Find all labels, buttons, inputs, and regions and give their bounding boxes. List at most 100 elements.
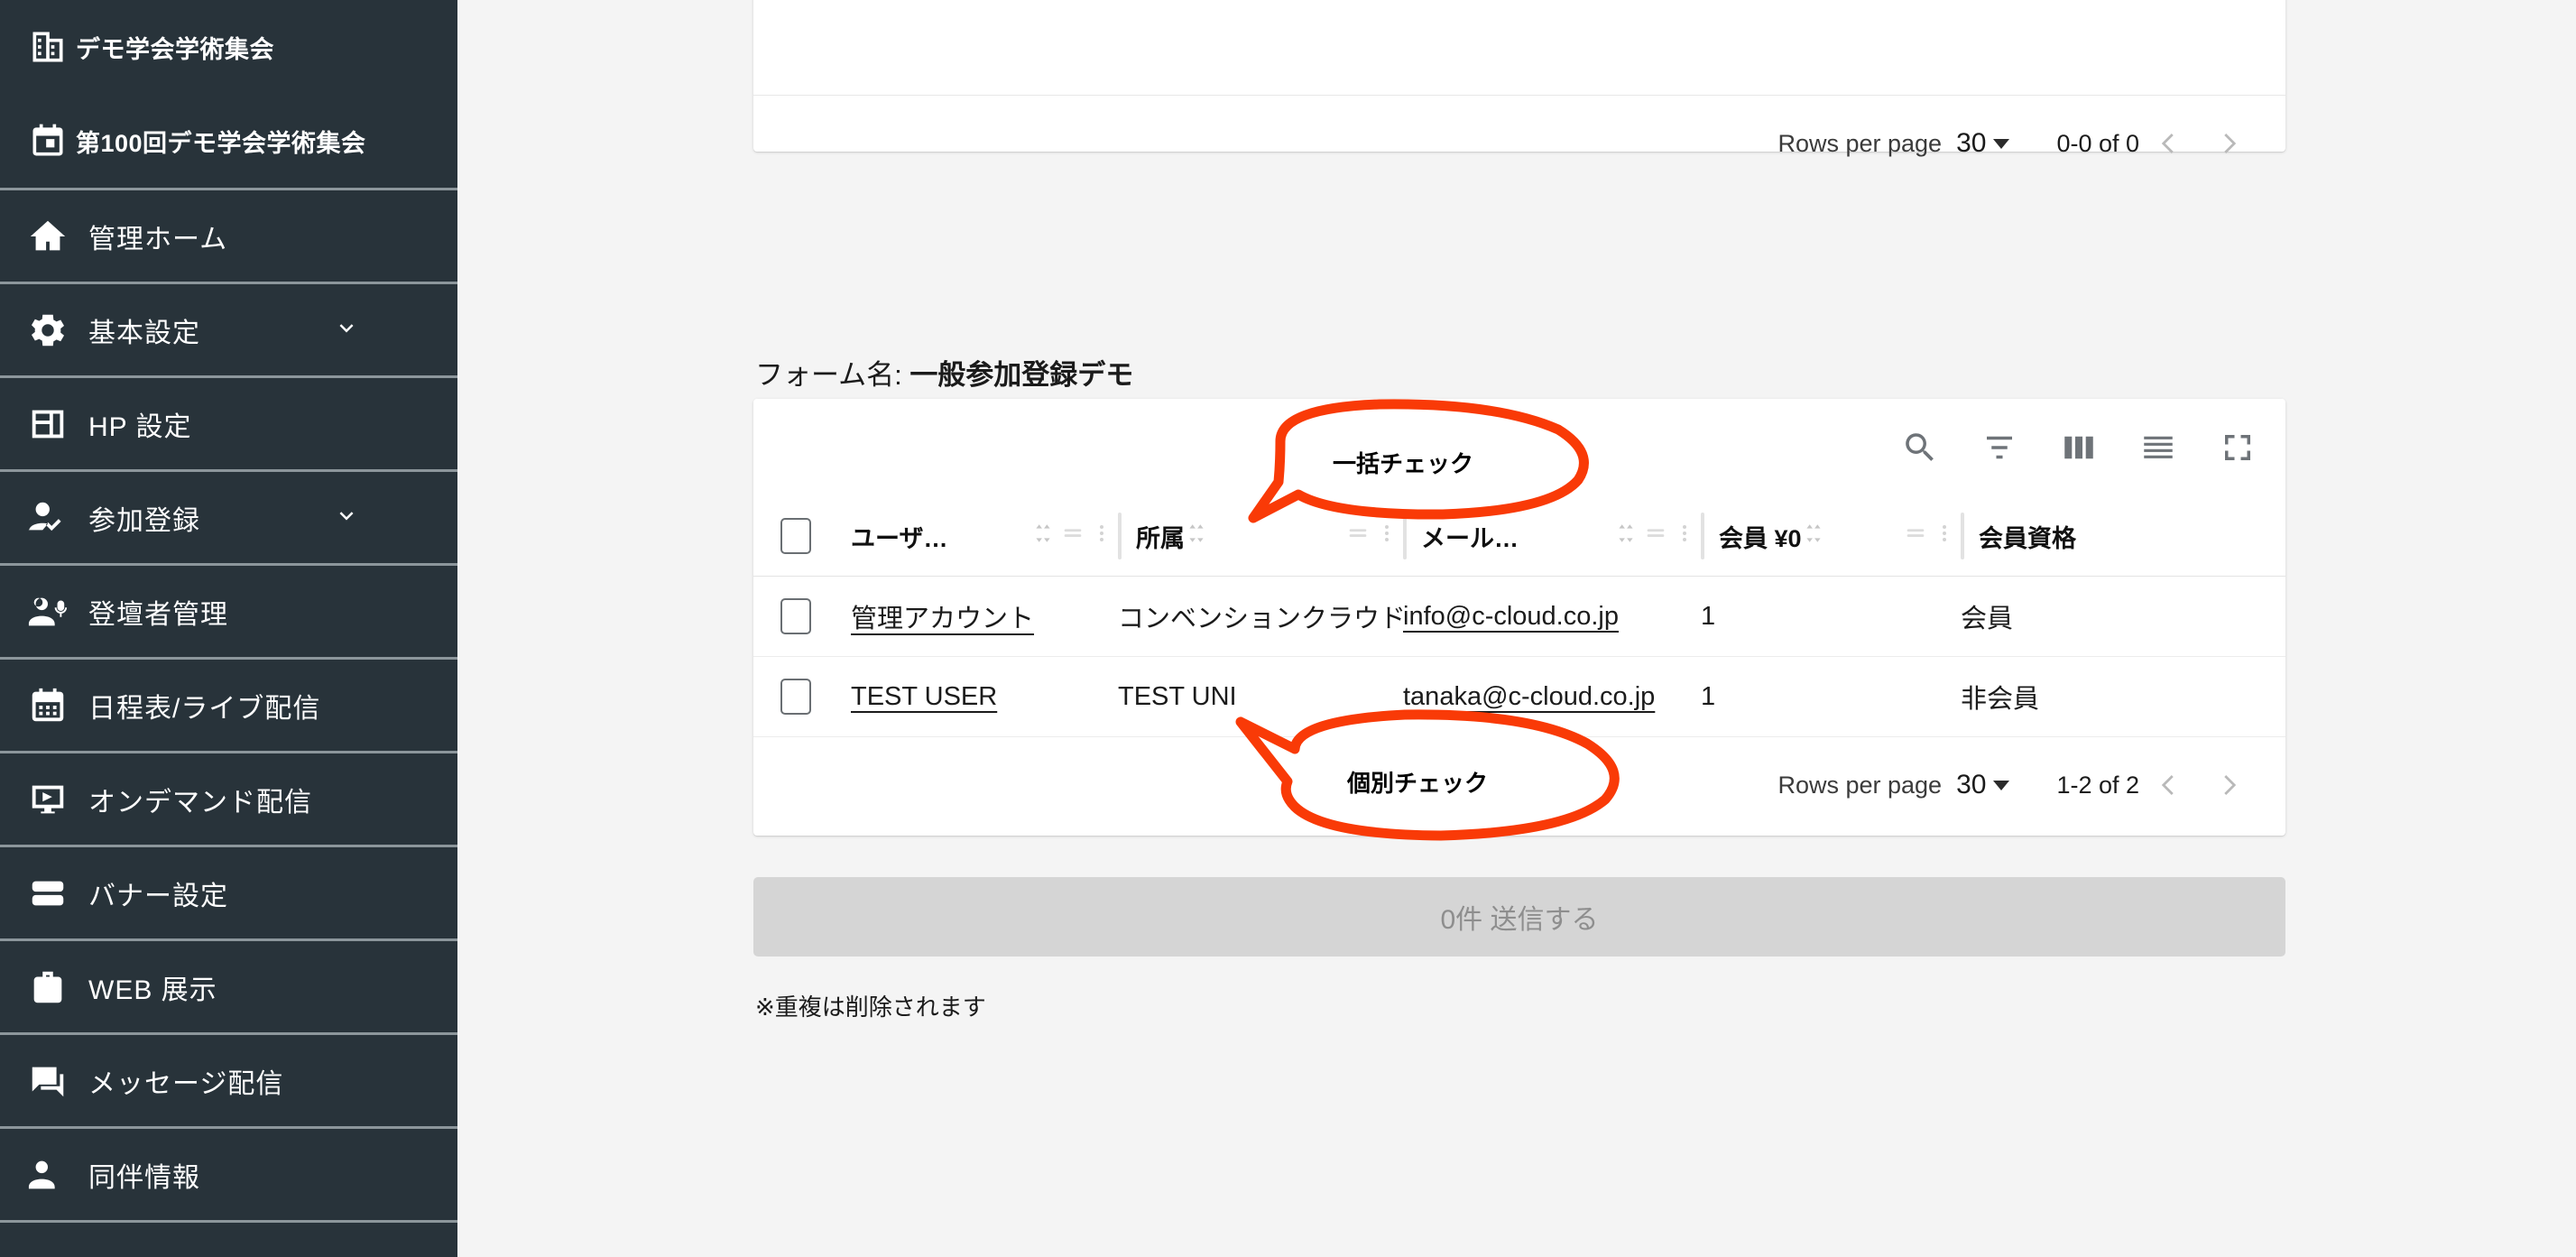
sort-icon[interactable] [1031,522,1055,551]
video-play-icon [20,779,76,820]
sidebar-item-hp-settei[interactable]: HP 設定 [0,378,457,472]
sidebar-brand-society[interactable]: デモ学会学術集会 [0,0,457,94]
row-checkbox[interactable] [780,679,811,715]
resize-handle-icon[interactable] [1345,521,1371,552]
table-row[interactable]: TEST USER TEST UNI tanaka@c-cloud.co.jp … [753,656,2285,737]
column-separator [1118,513,1122,559]
home-icon [20,216,76,257]
sort-icon[interactable] [1185,522,1208,551]
sidebar-item-douhan-jouhou[interactable]: 同伴情報 [0,1129,457,1223]
column-header-user[interactable]: ユーザ… [851,496,1118,577]
sidebar-brand-event-label: 第100回デモ学会学術集会 [76,129,366,157]
column-header-label: ユーザ… [851,524,948,552]
send-button[interactable]: 0件 送信する [753,877,2285,957]
email-link[interactable]: tanaka@c-cloud.co.jp [1403,682,1655,712]
pagination-next-button[interactable] [2199,755,2258,815]
pagination-range: 0-0 of 0 [2056,129,2139,157]
resize-handle-icon[interactable] [1903,521,1928,552]
pagination-range: 1-2 of 2 [2056,771,2139,799]
view-columns-icon[interactable] [2056,425,2101,470]
cell-user: 管理アカウント [851,576,1118,657]
sidebar: デモ学会学術集会 第100回デモ学会学術集会 管理ホーム 基本設定 HP 設定 … [0,0,457,1257]
rows-per-page-label: Rows per page [1777,771,1943,799]
column-header-member-fee[interactable]: 会員 ¥0 [1701,496,1961,577]
resize-handle-icon[interactable] [1643,521,1668,552]
calendar-icon [20,121,76,161]
sidebar-item-ondemand-haishin[interactable]: オンデマンド配信 [0,753,457,847]
rows-per-page-select[interactable]: 30 [1956,128,2010,159]
resize-handle-icon[interactable] [1060,521,1085,552]
filter-icon[interactable] [1977,425,2022,470]
form-name-prefix: フォーム名: [755,359,902,391]
affiliation-text: TEST UNI [1118,681,1237,711]
sort-icon[interactable] [1614,522,1638,551]
select-all-checkbox[interactable] [780,518,811,554]
cell-user: TEST USER [851,656,1118,737]
column-header-membership[interactable]: 会員資格 [1961,496,2285,577]
sidebar-item-label: 登壇者管理 [88,599,228,630]
sidebar-item-sanka-touroku[interactable]: 参加登録 [0,472,457,566]
sidebar-item-kihon-settei[interactable]: 基本設定 [0,284,457,378]
pagination-next-button[interactable] [2199,114,2258,173]
sort-icon[interactable] [1802,522,1825,551]
sidebar-item-label: 同伴情報 [88,1162,200,1193]
column-separator [1701,513,1704,559]
column-header-affiliation[interactable]: 所属 [1118,496,1403,577]
column-separator [1961,513,1964,559]
cell-member-fee: 1 [1701,576,1961,657]
sidebar-item-toudansha-kanri[interactable]: 登壇者管理 [0,566,457,660]
sidebar-item-banner-settei[interactable]: バナー設定 [0,847,457,941]
table-pagination: Rows per page 30 1-2 of 2 [753,737,2285,833]
column-menu-icon[interactable] [1091,522,1113,550]
sidebar-brand-society-label: デモ学会学術集会 [76,35,274,63]
column-separator [1403,513,1407,559]
rows-per-page-label: Rows per page [1777,129,1943,157]
chevron-down-icon [1993,780,2010,790]
banner-icon [20,873,76,914]
rows-per-page-value: 30 [1956,770,1987,799]
column-menu-icon[interactable] [1934,522,1955,550]
cell-affiliation: コンベンションクラウド [1118,576,1403,657]
email-link[interactable]: info@c-cloud.co.jp [1403,602,1619,632]
cell-membership: 会員 [1961,576,2285,657]
table-row[interactable]: 管理アカウント コンベンションクラウド info@c-cloud.co.jp 1 [753,576,2285,657]
empty-state: No records to display [753,0,2285,96]
user-link[interactable]: 管理アカウント [851,597,1034,635]
rows-per-page-select[interactable]: 30 [1956,770,2010,800]
affiliation-text: コンベンションクラウド [1118,605,1403,633]
search-icon[interactable] [1897,425,1943,470]
app-root: デモ学会学術集会 第100回デモ学会学術集会 管理ホーム 基本設定 HP 設定 … [0,0,2576,1257]
cell-email: info@c-cloud.co.jp [1403,576,1701,657]
select-all-header [753,496,851,577]
sidebar-item-web-tenji[interactable]: WEB 展示 [0,941,457,1035]
table-body: 管理アカウント コンベンションクラウド info@c-cloud.co.jp 1 [753,576,2285,737]
fullscreen-icon[interactable] [2215,425,2260,470]
pagination-prev-button[interactable] [2139,114,2199,173]
sidebar-item-kanri-home[interactable]: 管理ホーム [0,190,457,284]
column-menu-icon[interactable] [1674,522,1695,550]
cell-affiliation: TEST UNI [1118,656,1403,737]
sidebar-item-label: HP 設定 [88,411,192,442]
cell-email: tanaka@c-cloud.co.jp [1403,656,1701,737]
sidebar-item-nitteihyou-live[interactable]: 日程表/ライブ配信 [0,660,457,753]
cell-member-fee: 1 [1701,656,1961,737]
density-icon[interactable] [2136,425,2181,470]
chat-icon [20,1060,76,1102]
row-checkbox[interactable] [780,598,811,634]
sidebar-brand-event[interactable]: 第100回デモ学会学術集会 [0,94,457,188]
column-menu-icon[interactable] [1376,522,1398,550]
sidebar-brand-block: デモ学会学術集会 第100回デモ学会学術集会 [0,0,457,188]
pagination-prev-button[interactable] [2139,755,2199,815]
user-link[interactable]: TEST USER [851,682,997,712]
column-header-label: 会員 ¥0 [1719,524,1802,552]
column-header-email[interactable]: メール… [1403,496,1701,577]
chevron-right-icon [2224,775,2237,795]
sidebar-item-label: 日程表/ライブ配信 [88,693,321,724]
member-count-text: 1 [1701,681,1716,711]
sidebar-item-message-haishin[interactable]: メッセージ配信 [0,1035,457,1129]
column-header-label: 会員資格 [1979,524,2076,552]
chevron-left-icon [2161,775,2174,795]
chevron-down-icon[interactable] [333,502,360,533]
chevron-down-icon[interactable] [333,314,360,346]
speakers-icon [20,591,76,633]
